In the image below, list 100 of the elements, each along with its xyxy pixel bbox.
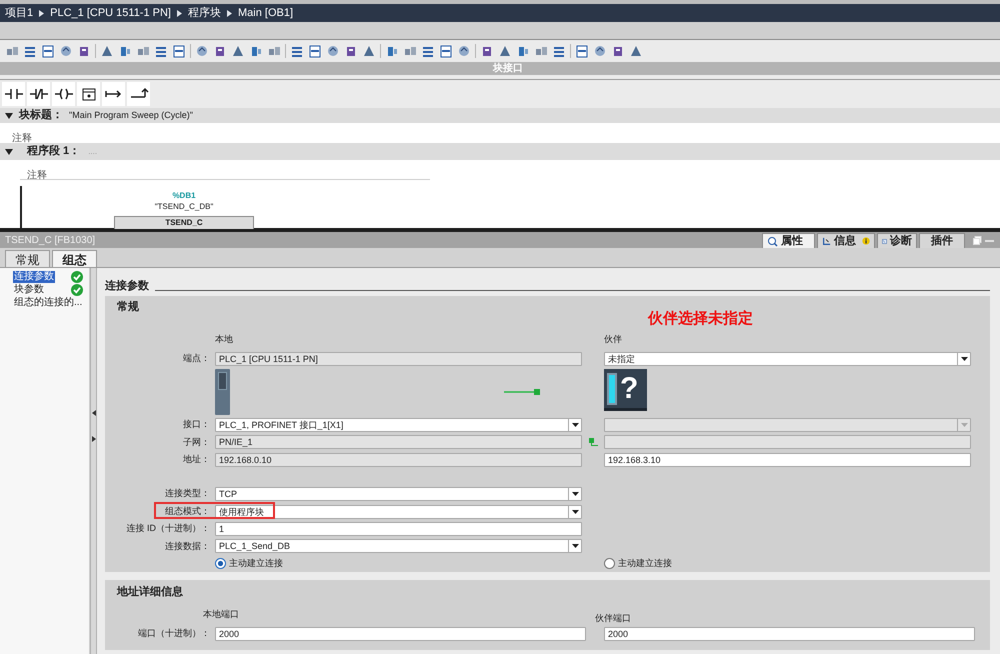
breadcrumb-item[interactable]: 程序块 [188,4,221,22]
input-field[interactable]: 2000 [604,627,975,641]
dropdown-arrow-icon [572,510,578,514]
toolbar-icon[interactable] [326,44,340,58]
function-block[interactable]: TSEND_C [114,216,254,229]
breadcrumb-item[interactable]: Main [OB1] [238,4,294,22]
radio-button[interactable] [604,558,615,570]
breadcrumb-item[interactable]: PLC_1 [CPU 1511-1 PN] [50,4,171,22]
inspector-title: TSEND_C [FB1030] [5,234,96,248]
collapse-triangle-icon[interactable] [5,148,13,156]
field-label: 连接数据： [164,540,211,553]
inspector-tab[interactable]: 信息 [817,233,875,248]
field-label: 连接 ID（十进制）： [125,522,211,536]
dropdown-field[interactable]: 未指定 [604,352,971,366]
column-heading: 伙伴端口 [595,612,631,624]
nav-item[interactable]: 连接参数 [13,270,55,282]
toolbar-icon[interactable] [100,44,114,58]
toolbar-icon[interactable] [575,44,589,58]
breadcrumb-item[interactable]: 项目1 [5,4,34,22]
toolbar-icon[interactable] [308,44,322,58]
toolbar-icon[interactable] [552,44,566,58]
toolbar-icon[interactable] [593,44,607,58]
dropdown-arrow-icon [572,422,578,427]
toolbar-icon[interactable] [41,44,55,58]
properties-tab-icon [767,236,778,246]
toolbar-icon[interactable] [421,44,435,58]
radio-button[interactable] [215,558,226,570]
toolbar-icon[interactable] [385,44,399,58]
toolbar-icon[interactable] [118,44,132,58]
dropdown-field[interactable]: 使用程序块 [215,504,582,519]
separator-triangle-icon [176,10,182,16]
toolbar-icon[interactable] [611,44,625,58]
toolbar-icon[interactable] [290,44,304,58]
nav-item[interactable]: 组态的连接的... [13,296,84,308]
field-label: 端口（十进制）： [137,627,211,640]
contact-icon[interactable] [4,86,24,102]
coil-icon[interactable] [54,86,74,102]
inspector-tab[interactable]: 插件 [919,233,965,248]
toolbar-icon[interactable] [231,44,245,58]
toolbar-icon[interactable] [267,44,281,58]
input-field[interactable]: 1 [215,522,582,536]
toolbar-icon[interactable] [249,44,263,58]
block-title-value[interactable]: "Main Program Sweep (Cycle)" [69,108,193,122]
toolbar-icon[interactable] [439,44,453,58]
inspector-tab[interactable]: 属性 [762,233,815,248]
dropdown-field[interactable]: TCP [215,487,582,502]
toolbar-icon[interactable] [23,44,37,58]
dropdown-arrow-icon [572,492,578,496]
toolbar-icon[interactable] [154,44,168,58]
separator-triangle-icon [39,10,44,16]
toolbar-icon[interactable] [362,44,376,58]
toolbar-icon[interactable] [516,44,530,58]
dropdown-field[interactable]: PLC_1_Send_DB [215,539,582,554]
toolbar-icon[interactable] [457,44,471,58]
column-heading: 伙伴 [604,334,622,344]
toolbar-icon[interactable] [629,44,643,58]
toolbar-icon[interactable] [480,44,494,58]
input-field[interactable]: 2000 [215,627,586,641]
panel-title: 常规 [116,300,139,314]
info-tab-icon [822,236,831,246]
collapse-triangle-icon[interactable] [5,112,13,120]
block-name: TSEND_C [165,217,203,229]
radio-label[interactable]: 主动建立连接 [229,556,283,570]
panel-title: 地址详细信息 [116,585,183,599]
comment-text[interactable]: 注释 [12,133,32,144]
question-mark: ? [620,374,638,404]
toolbar-icon[interactable] [534,44,548,58]
field-label: 接口： [182,418,211,432]
toolbar-icon[interactable] [344,44,358,58]
readonly-field: PN/IE_1 [215,435,582,450]
radio-label[interactable]: 主动建立连接 [618,556,672,570]
column-heading: 本地端口 [203,609,239,619]
nav-item[interactable]: 块参数 [13,284,45,296]
toolbar-icon[interactable] [498,44,512,58]
dropdown-field[interactable]: PLC_1, PROFINET 接口_1[X1] [215,418,582,432]
section-title: 连接参数 [105,280,149,292]
toolbar-icon[interactable] [172,44,186,58]
field-label: 地址： [182,453,211,466]
comment-text[interactable]: 注释 [27,170,47,181]
toolbar-icon[interactable] [213,44,227,58]
inspector-tab[interactable]: 诊断 [877,233,917,248]
field-label: 连接类型： [164,487,211,500]
readonly-field: 192.168.0.10 [215,452,582,467]
info-badge-icon [862,236,870,246]
toolbar-icon[interactable] [5,44,19,58]
instance-name[interactable]: "TSEND_C_DB" [154,201,214,212]
toolbar-icon[interactable] [403,44,417,58]
toolbar-icon[interactable] [136,44,150,58]
device-display-strip [607,372,617,405]
toolbar-icon[interactable] [195,44,209,58]
field-label: 子网： [182,436,211,449]
instance-address: %DB1 [172,191,196,201]
toolbar-icon[interactable] [77,44,91,58]
toolbar-icon[interactable] [59,44,73,58]
plc-device [215,369,230,416]
sub-tab[interactable]: 组态 [52,250,97,267]
input-field[interactable]: 192.168.3.10 [604,452,971,467]
field-label: 端点： [182,352,211,365]
sub-tab[interactable]: 常规 [5,250,50,267]
negated-contact-icon[interactable] [28,86,48,102]
